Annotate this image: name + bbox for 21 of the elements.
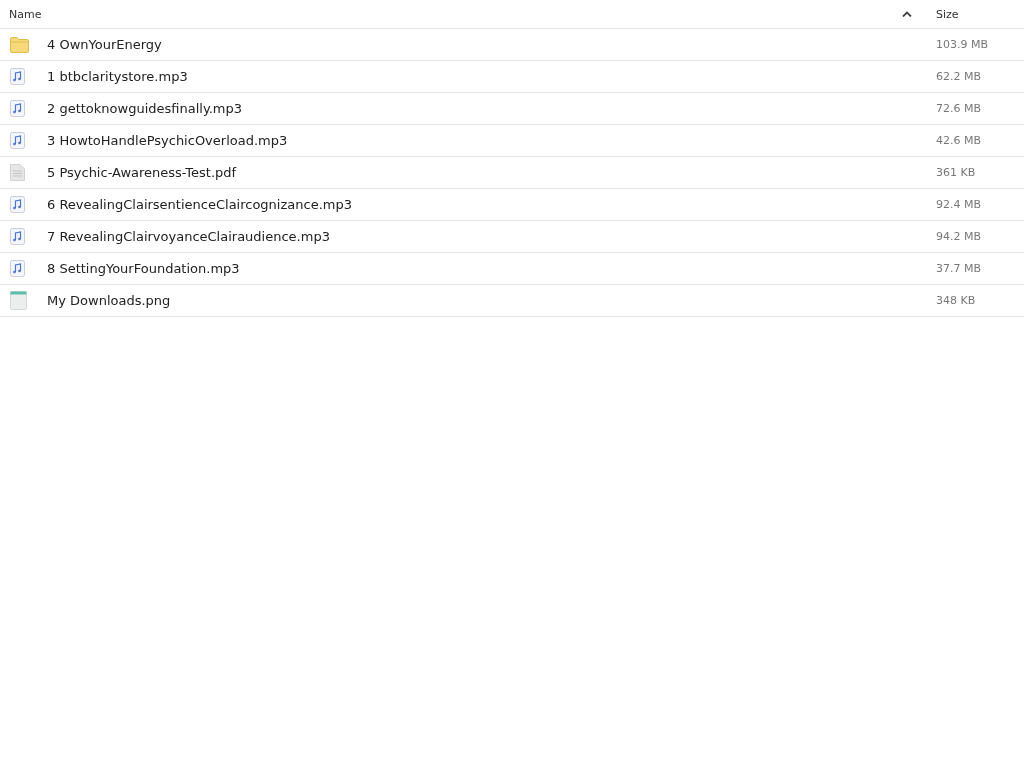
file-name[interactable]: 3 HowtoHandlePsychicOverload.mp3: [47, 133, 936, 148]
file-name[interactable]: My Downloads.png: [47, 293, 936, 308]
file-size: 348 KB: [936, 294, 977, 307]
file-name[interactable]: 2 gettoknowguidesfinally.mp3: [47, 101, 936, 116]
file-size: 92.4 MB: [936, 198, 983, 211]
file-size: 103.9 MB: [936, 38, 990, 51]
file-name[interactable]: 5 Psychic-Awareness-Test.pdf: [47, 165, 936, 180]
file-size: 94.2 MB: [936, 230, 983, 243]
file-size: 37.7 MB: [936, 262, 983, 275]
column-header[interactable]: Name: [0, 7, 902, 21]
file-size: 361 KB: [936, 166, 977, 179]
file-name[interactable]: 6 RevealingClairsentienceClaircognizance.mp3: [47, 197, 936, 212]
file-name[interactable]: 7 RevealingClairvoyanceClairaudience.mp3: [47, 229, 936, 244]
file-size: 42.6 MB: [936, 134, 983, 147]
file-name[interactable]: 1 btbclaritystore.mp3: [47, 69, 936, 84]
file-size: 72.6 MB: [936, 102, 983, 115]
file-size: 62.2 MB: [936, 70, 983, 83]
column-header[interactable]: Size: [936, 7, 1024, 21]
file-name[interactable]: 8 SettingYourFoundation.mp3: [47, 261, 936, 276]
file-name[interactable]: 4 OwnYourEnergy: [47, 37, 936, 52]
sort-caret-icon[interactable]: [902, 11, 912, 17]
